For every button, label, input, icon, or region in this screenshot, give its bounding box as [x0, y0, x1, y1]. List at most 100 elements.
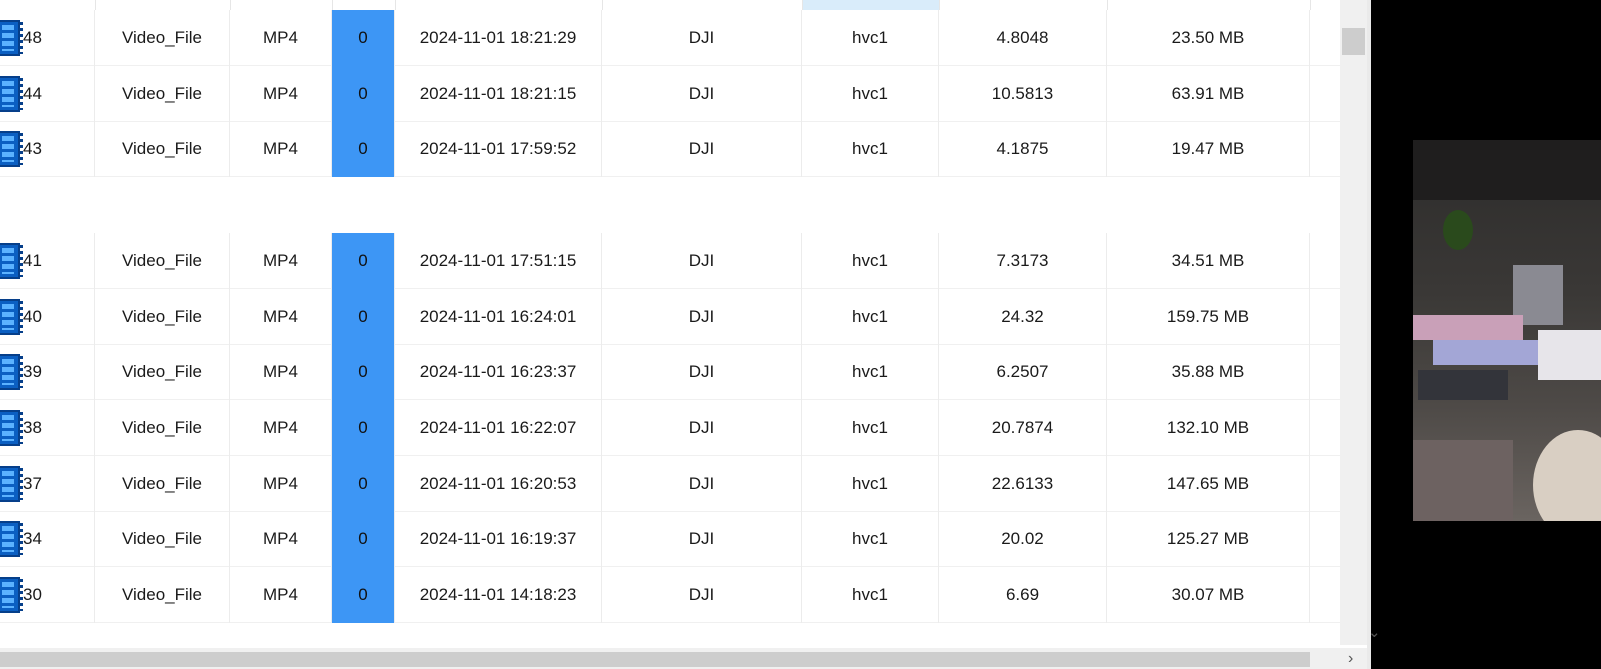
camera-make: DJI	[602, 233, 802, 289]
file-index: 43	[0, 121, 95, 177]
file-format-text: MP4	[263, 529, 298, 548]
column-divider[interactable]	[1310, 0, 1311, 10]
file-size: 132.10 MB	[1107, 400, 1310, 456]
file-size: 34.51 MB	[1107, 233, 1310, 289]
column-divider[interactable]	[332, 0, 333, 10]
file-table: 48 Video_File MP4 0 2024-11-01 18:21:29 DJI hv…	[0, 0, 1371, 669]
video-file-icon	[0, 354, 23, 390]
count-cell-text: 0	[358, 139, 368, 158]
file-type: Video_File	[95, 511, 230, 567]
duration: 20.7874	[939, 400, 1107, 456]
sorted-column-header[interactable]	[802, 0, 939, 10]
column-divider[interactable]	[95, 0, 96, 10]
table-row[interactable]: 43 Video_File MP4 0 2024-11-01 17:59:52 DJI hv…	[0, 121, 1367, 177]
table-row[interactable]: 39 Video_File MP4 0 2024-11-01 16:23:37 DJI hv…	[0, 344, 1367, 400]
column-divider[interactable]	[802, 0, 803, 10]
date-created: 2024-11-01 14:18:23	[395, 567, 602, 623]
file-format: MP4	[230, 233, 332, 289]
duration-text: 20.7874	[991, 418, 1054, 437]
file-index: 39	[0, 344, 95, 400]
video-codec: hvc1	[802, 233, 939, 289]
date-created-text: 2024-11-01 18:21:29	[419, 28, 577, 47]
duration-text: 10.5813	[991, 84, 1054, 103]
table-row[interactable]: 30 Video_File MP4 0 2024-11-01 14:18:23 DJI hv…	[0, 567, 1367, 623]
file-index-text: 39	[23, 362, 42, 381]
date-created-text: 2024-11-01 17:51:15	[419, 251, 577, 270]
file-format: MP4	[230, 66, 332, 122]
video-file-icon	[0, 521, 23, 557]
vertical-scrollbar[interactable]	[1340, 0, 1367, 645]
file-size-text: 19.47 MB	[1171, 139, 1245, 158]
file-type: Video_File	[95, 289, 230, 345]
horizontal-scrollbar-thumb[interactable]	[0, 652, 1310, 667]
video-codec-text: hvc1	[852, 474, 888, 493]
video-codec-text: hvc1	[852, 28, 888, 47]
date-created: 2024-11-01 18:21:15	[395, 66, 602, 122]
table-row[interactable]: 48 Video_File MP4 0 2024-11-01 18:21:29 DJI hv…	[0, 10, 1367, 66]
file-type: Video_File	[95, 400, 230, 456]
duration: 4.8048	[939, 10, 1107, 66]
count-cell-text: 0	[358, 585, 368, 604]
video-file-icon	[0, 577, 23, 613]
file-format: MP4	[230, 456, 332, 512]
video-codec: hvc1	[802, 511, 939, 567]
panel-divider	[1367, 0, 1371, 669]
camera-make-text: DJI	[688, 474, 715, 493]
table-row[interactable]: 41 Video_File MP4 0 2024-11-01 17:51:15 DJI hv…	[0, 233, 1367, 289]
count-cell: 0	[332, 511, 395, 567]
column-divider[interactable]	[1107, 0, 1108, 10]
scroll-down-icon[interactable]: ⌄	[1368, 623, 1381, 641]
camera-make: DJI	[602, 289, 802, 345]
table-row[interactable]: 38 Video_File MP4 0 2024-11-01 16:22:07 DJI hv…	[0, 400, 1367, 456]
camera-make-text: DJI	[688, 418, 715, 437]
camera-make-text: DJI	[688, 362, 715, 381]
date-created: 2024-11-01 16:24:01	[395, 289, 602, 345]
file-type-text: Video_File	[121, 28, 203, 47]
file-size: 147.65 MB	[1107, 456, 1310, 512]
file-type-text: Video_File	[121, 474, 203, 493]
file-format-text: MP4	[263, 84, 298, 103]
video-codec-text: hvc1	[852, 418, 888, 437]
video-codec: hvc1	[802, 121, 939, 177]
duration: 6.2507	[939, 344, 1107, 400]
vertical-scrollbar-thumb[interactable]	[1342, 28, 1365, 55]
duration: 4.1875	[939, 121, 1107, 177]
video-codec: hvc1	[802, 456, 939, 512]
table-row[interactable]: 40 Video_File MP4 0 2024-11-01 16:24:01 DJI hv…	[0, 289, 1367, 345]
video-codec-text: hvc1	[852, 307, 888, 326]
column-divider[interactable]	[939, 0, 940, 10]
file-size-text: 63.91 MB	[1171, 84, 1245, 103]
date-created-text: 2024-11-01 16:22:07	[419, 418, 577, 437]
count-cell-text: 0	[358, 28, 368, 47]
file-type: Video_File	[95, 121, 230, 177]
count-cell: 0	[332, 233, 395, 289]
table-row[interactable]: 44 Video_File MP4 0 2024-11-01 18:21:15 DJI hv…	[0, 66, 1367, 122]
camera-make: DJI	[602, 10, 802, 66]
table-row[interactable]: 34 Video_File MP4 0 2024-11-01 16:19:37 DJI hv…	[0, 511, 1367, 567]
video-codec-text: hvc1	[852, 84, 888, 103]
count-cell-text: 0	[358, 418, 368, 437]
file-size-text: 23.50 MB	[1171, 28, 1245, 47]
file-type-text: Video_File	[121, 84, 203, 103]
video-file-icon	[0, 76, 23, 112]
file-format-text: MP4	[263, 418, 298, 437]
date-created: 2024-11-01 16:22:07	[395, 400, 602, 456]
file-type: Video_File	[95, 233, 230, 289]
column-divider[interactable]	[395, 0, 396, 10]
file-type: Video_File	[95, 344, 230, 400]
file-size-text: 147.65 MB	[1166, 474, 1250, 493]
column-divider[interactable]	[230, 0, 231, 10]
video-preview[interactable]	[1413, 140, 1601, 521]
file-index: 37	[0, 456, 95, 512]
file-type-text: Video_File	[121, 529, 203, 548]
scroll-right-icon[interactable]: ›	[1348, 650, 1353, 668]
duration: 6.69	[939, 567, 1107, 623]
file-index: 34	[0, 511, 95, 567]
video-file-icon	[0, 299, 23, 335]
video-file-icon	[0, 410, 23, 446]
column-divider[interactable]	[602, 0, 603, 10]
file-size-text: 159.75 MB	[1166, 307, 1250, 326]
table-row[interactable]: 37 Video_File MP4 0 2024-11-01 16:20:53 DJI hv…	[0, 456, 1367, 512]
duration: 7.3173	[939, 233, 1107, 289]
camera-make: DJI	[602, 121, 802, 177]
